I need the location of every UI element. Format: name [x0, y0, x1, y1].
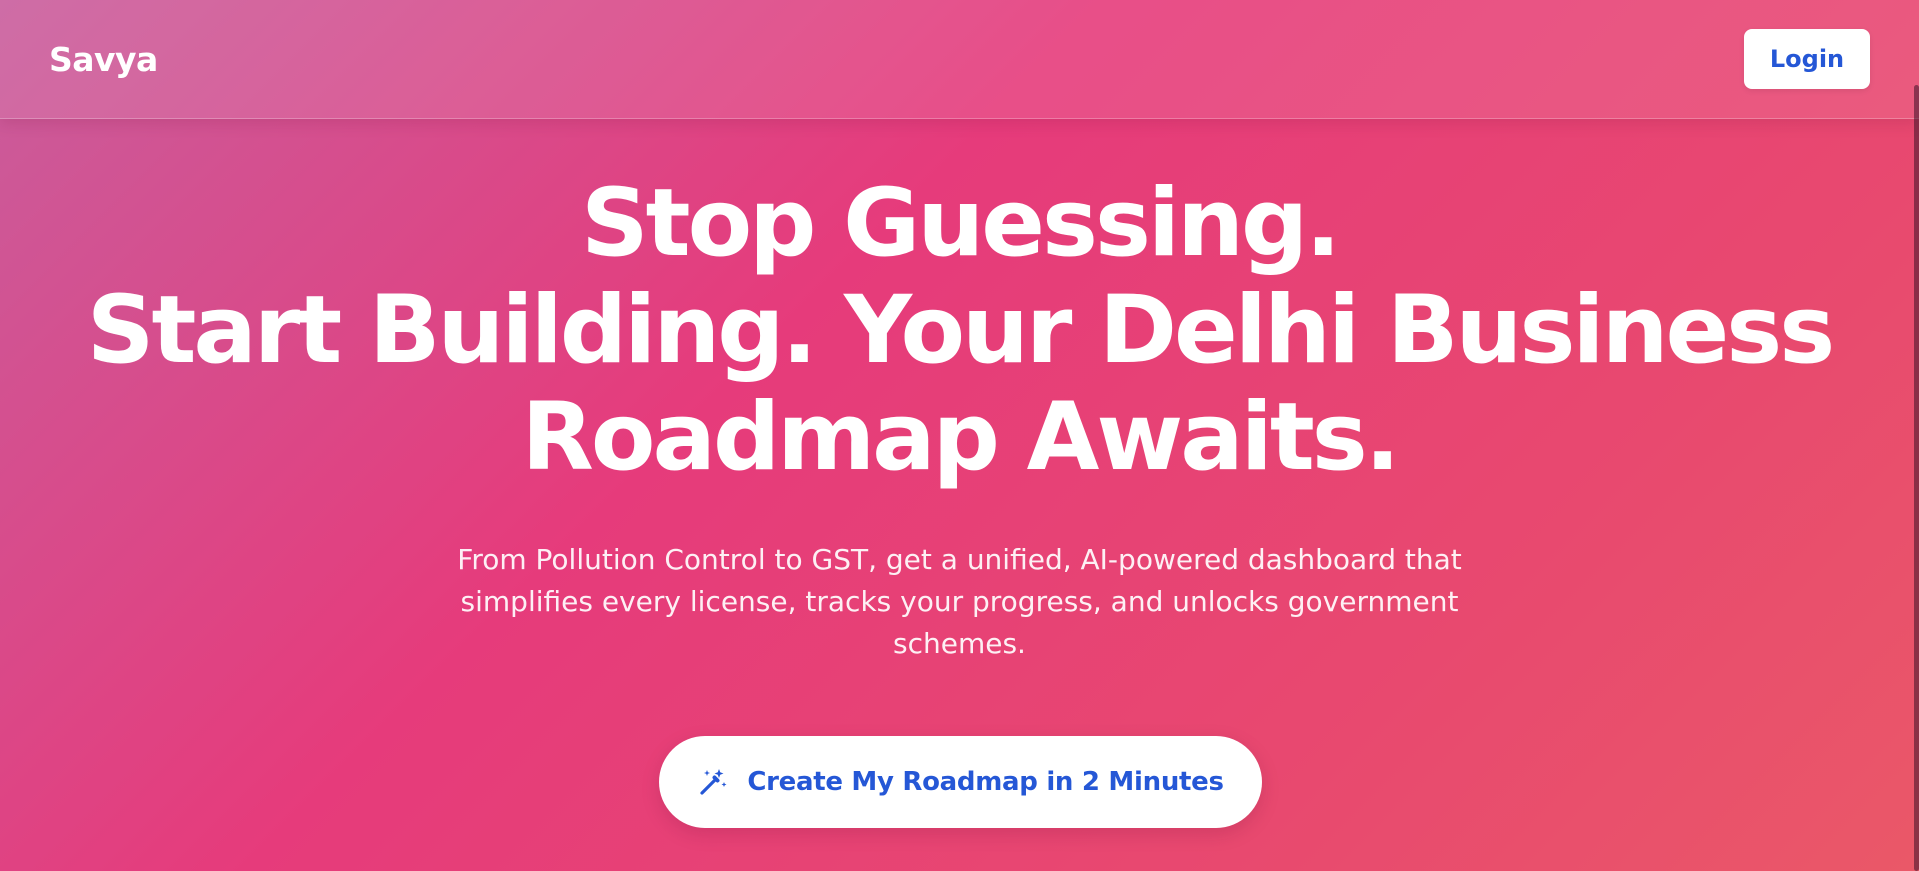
hero-headline: Stop Guessing. Start Building. Your Delh…	[0, 170, 1919, 491]
magic-wand-icon	[697, 766, 729, 798]
create-roadmap-button[interactable]: Create My Roadmap in 2 Minutes	[659, 736, 1262, 828]
top-navbar: Savya Login	[0, 0, 1919, 119]
brand-logo[interactable]: Savya	[49, 40, 158, 79]
headline-line-2: Start Building. Your Delhi Business	[86, 276, 1835, 385]
hero-subtitle: From Pollution Control to GST, get a uni…	[457, 543, 1462, 660]
login-button[interactable]: Login	[1744, 29, 1870, 89]
hero-section: Stop Guessing. Start Building. Your Delh…	[0, 170, 1919, 665]
headline-line-3: Roadmap Awaits.	[521, 383, 1401, 492]
create-roadmap-label: Create My Roadmap in 2 Minutes	[747, 767, 1224, 797]
headline-line-1: Stop Guessing.	[580, 169, 1341, 278]
